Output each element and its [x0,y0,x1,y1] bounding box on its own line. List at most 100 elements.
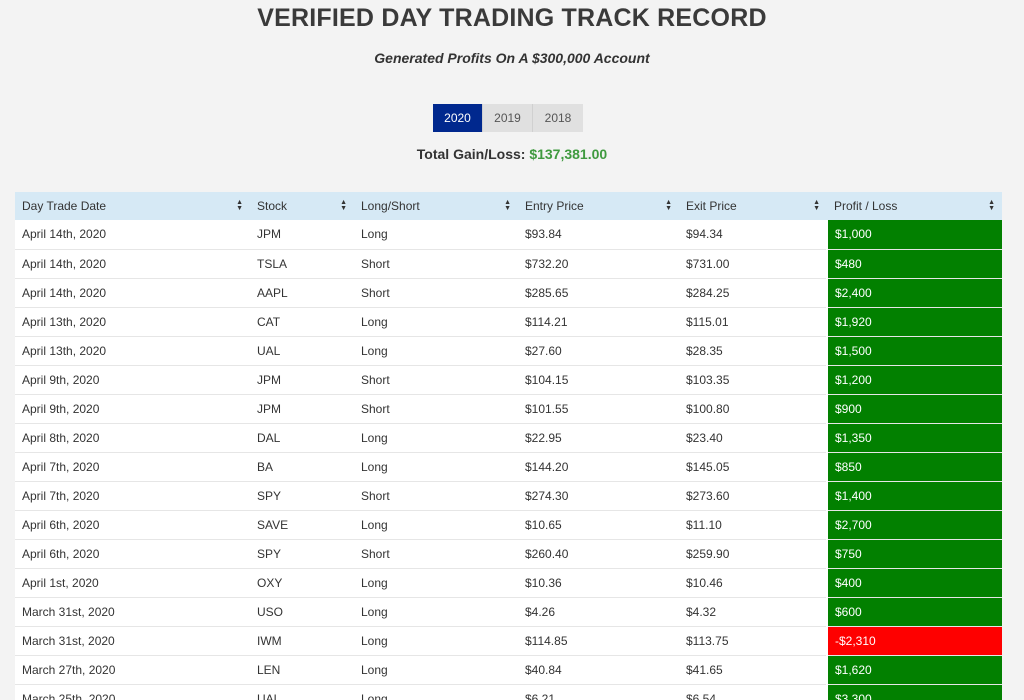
cell-stock: LEN [250,655,354,685]
cell-exit-price: $731.00 [679,249,827,279]
cell-side: Short [354,249,518,279]
cell-exit-price: $103.35 [679,365,827,395]
column-header-date[interactable]: Day Trade Date ▲ ▼ [15,192,250,220]
cell-exit-price: $115.01 [679,307,827,337]
cell-exit-price: $94.34 [679,220,827,250]
tab-2020[interactable]: 2020 [433,104,483,132]
column-header-exit-price[interactable]: Exit Price ▲ ▼ [679,192,827,220]
cell-entry-price: $274.30 [518,481,679,511]
cell-entry-price: $144.20 [518,452,679,482]
cell-stock: SPY [250,481,354,511]
cell-side: Long [354,423,518,453]
cell-profit-loss: $750 [826,539,1002,569]
table-header-row: Day Trade Date ▲ ▼ Stock ▲ ▼ Long/Short ▲ ▼ En… [15,192,1002,220]
cell-profit-loss: $3,300 [826,684,1002,700]
table-row: April 6th, 2020 SAVE Long $10.65 $11.10 $2,70… [15,510,1002,540]
cell-profit-loss: $900 [826,394,1002,424]
cell-stock: AAPL [250,278,354,308]
trades-table-wrapper: Day Trade Date ▲ ▼ Stock ▲ ▼ Long/Short ▲ ▼ En… [15,192,1002,700]
cell-stock: UAL [250,336,354,366]
cell-entry-price: $4.26 [518,597,679,627]
column-header-label: Stock [257,199,288,213]
cell-profit-loss: $1,920 [826,307,1002,337]
cell-side: Long [354,655,518,685]
page-title: VERIFIED DAY TRADING TRACK RECORD [257,4,767,32]
cell-entry-price: $93.84 [518,220,679,250]
cell-entry-price: $6.21 [518,684,679,700]
cell-profit-loss: $400 [826,568,1002,598]
cell-entry-price: $10.36 [518,568,679,598]
table-row: March 31st, 2020 IWM Long $114.85 $113.75 -$2… [15,626,1002,656]
year-tabs: 2020 2019 2018 [433,104,583,132]
page-subtitle: Generated Profits On A $300,000 Account [374,50,650,66]
cell-exit-price: $145.05 [679,452,827,482]
cell-side: Long [354,597,518,627]
cell-stock: USO [250,597,354,627]
column-header-label: Entry Price [525,199,584,213]
cell-stock: CAT [250,307,354,337]
table-row: April 14th, 2020 TSLA Short $732.20 $731.00 $… [15,249,1002,279]
column-header-entry-price[interactable]: Entry Price ▲ ▼ [518,192,679,220]
table-row: April 13th, 2020 CAT Long $114.21 $115.01 $1,… [15,307,1002,337]
cell-date: March 31st, 2020 [15,626,250,656]
cell-stock: SAVE [250,510,354,540]
cell-entry-price: $285.65 [518,278,679,308]
cell-side: Long [354,510,518,540]
cell-side: Long [354,452,518,482]
cell-stock: BA [250,452,354,482]
cell-profit-loss: $2,400 [826,278,1002,308]
cell-profit-loss: -$2,310 [826,626,1002,656]
column-header-long-short[interactable]: Long/Short ▲ ▼ [354,192,518,220]
cell-profit-loss: $2,700 [826,510,1002,540]
cell-exit-price: $10.46 [679,568,827,598]
sort-icon: ▲ ▼ [665,199,672,212]
column-header-label: Profit / Loss [834,199,898,213]
cell-side: Long [354,307,518,337]
column-header-label: Day Trade Date [22,199,107,213]
cell-entry-price: $260.40 [518,539,679,569]
table-row: April 7th, 2020 SPY Short $274.30 $273.60 $1,… [15,481,1002,511]
tab-2018[interactable]: 2018 [533,104,583,132]
cell-date: April 7th, 2020 [15,481,250,511]
table-row: April 14th, 2020 JPM Long $93.84 $94.34 $1,00… [15,220,1002,250]
table-body: April 14th, 2020 JPM Long $93.84 $94.34 $1,00… [15,220,1002,700]
cell-profit-loss: $1,350 [826,423,1002,453]
total-gain-loss: Total Gain/Loss: $137,381.00 [0,146,1024,162]
column-header-profit-loss[interactable]: Profit / Loss ▲ ▼ [827,192,1002,220]
cell-stock: DAL [250,423,354,453]
cell-date: April 6th, 2020 [15,539,250,569]
cell-entry-price: $114.85 [518,626,679,656]
cell-profit-loss: $1,400 [826,481,1002,511]
cell-profit-loss: $1,620 [826,655,1002,685]
cell-profit-loss: $850 [826,452,1002,482]
sort-icon: ▲ ▼ [236,199,243,212]
tab-2019[interactable]: 2019 [483,104,533,132]
total-value: $137,381.00 [529,146,608,162]
cell-profit-loss: $600 [826,597,1002,627]
cell-entry-price: $40.84 [518,655,679,685]
column-header-label: Exit Price [686,199,737,213]
column-header-stock[interactable]: Stock ▲ ▼ [250,192,354,220]
cell-exit-price: $273.60 [679,481,827,511]
cell-stock: IWM [250,626,354,656]
cell-date: April 6th, 2020 [15,510,250,540]
table-row: March 31st, 2020 USO Long $4.26 $4.32 $600 [15,597,1002,627]
cell-date: April 14th, 2020 [15,278,250,308]
cell-date: April 13th, 2020 [15,336,250,366]
cell-date: April 13th, 2020 [15,307,250,337]
cell-stock: JPM [250,365,354,395]
table-row: April 14th, 2020 AAPL Short $285.65 $284.25 $… [15,278,1002,308]
cell-stock: UAL [250,684,354,700]
table-row: March 25th, 2020 UAL Long $6.21 $6.54 $3,300 [15,684,1002,700]
cell-side: Long [354,626,518,656]
total-label: Total Gain/Loss: [416,146,526,162]
sort-icon: ▲ ▼ [988,199,995,212]
table-row: April 9th, 2020 JPM Short $101.55 $100.80 $90… [15,394,1002,424]
cell-exit-price: $23.40 [679,423,827,453]
cell-side: Long [354,336,518,366]
cell-exit-price: $6.54 [679,684,827,700]
cell-date: March 27th, 2020 [15,655,250,685]
cell-stock: JPM [250,220,354,250]
cell-exit-price: $113.75 [679,626,827,656]
cell-exit-price: $28.35 [679,336,827,366]
